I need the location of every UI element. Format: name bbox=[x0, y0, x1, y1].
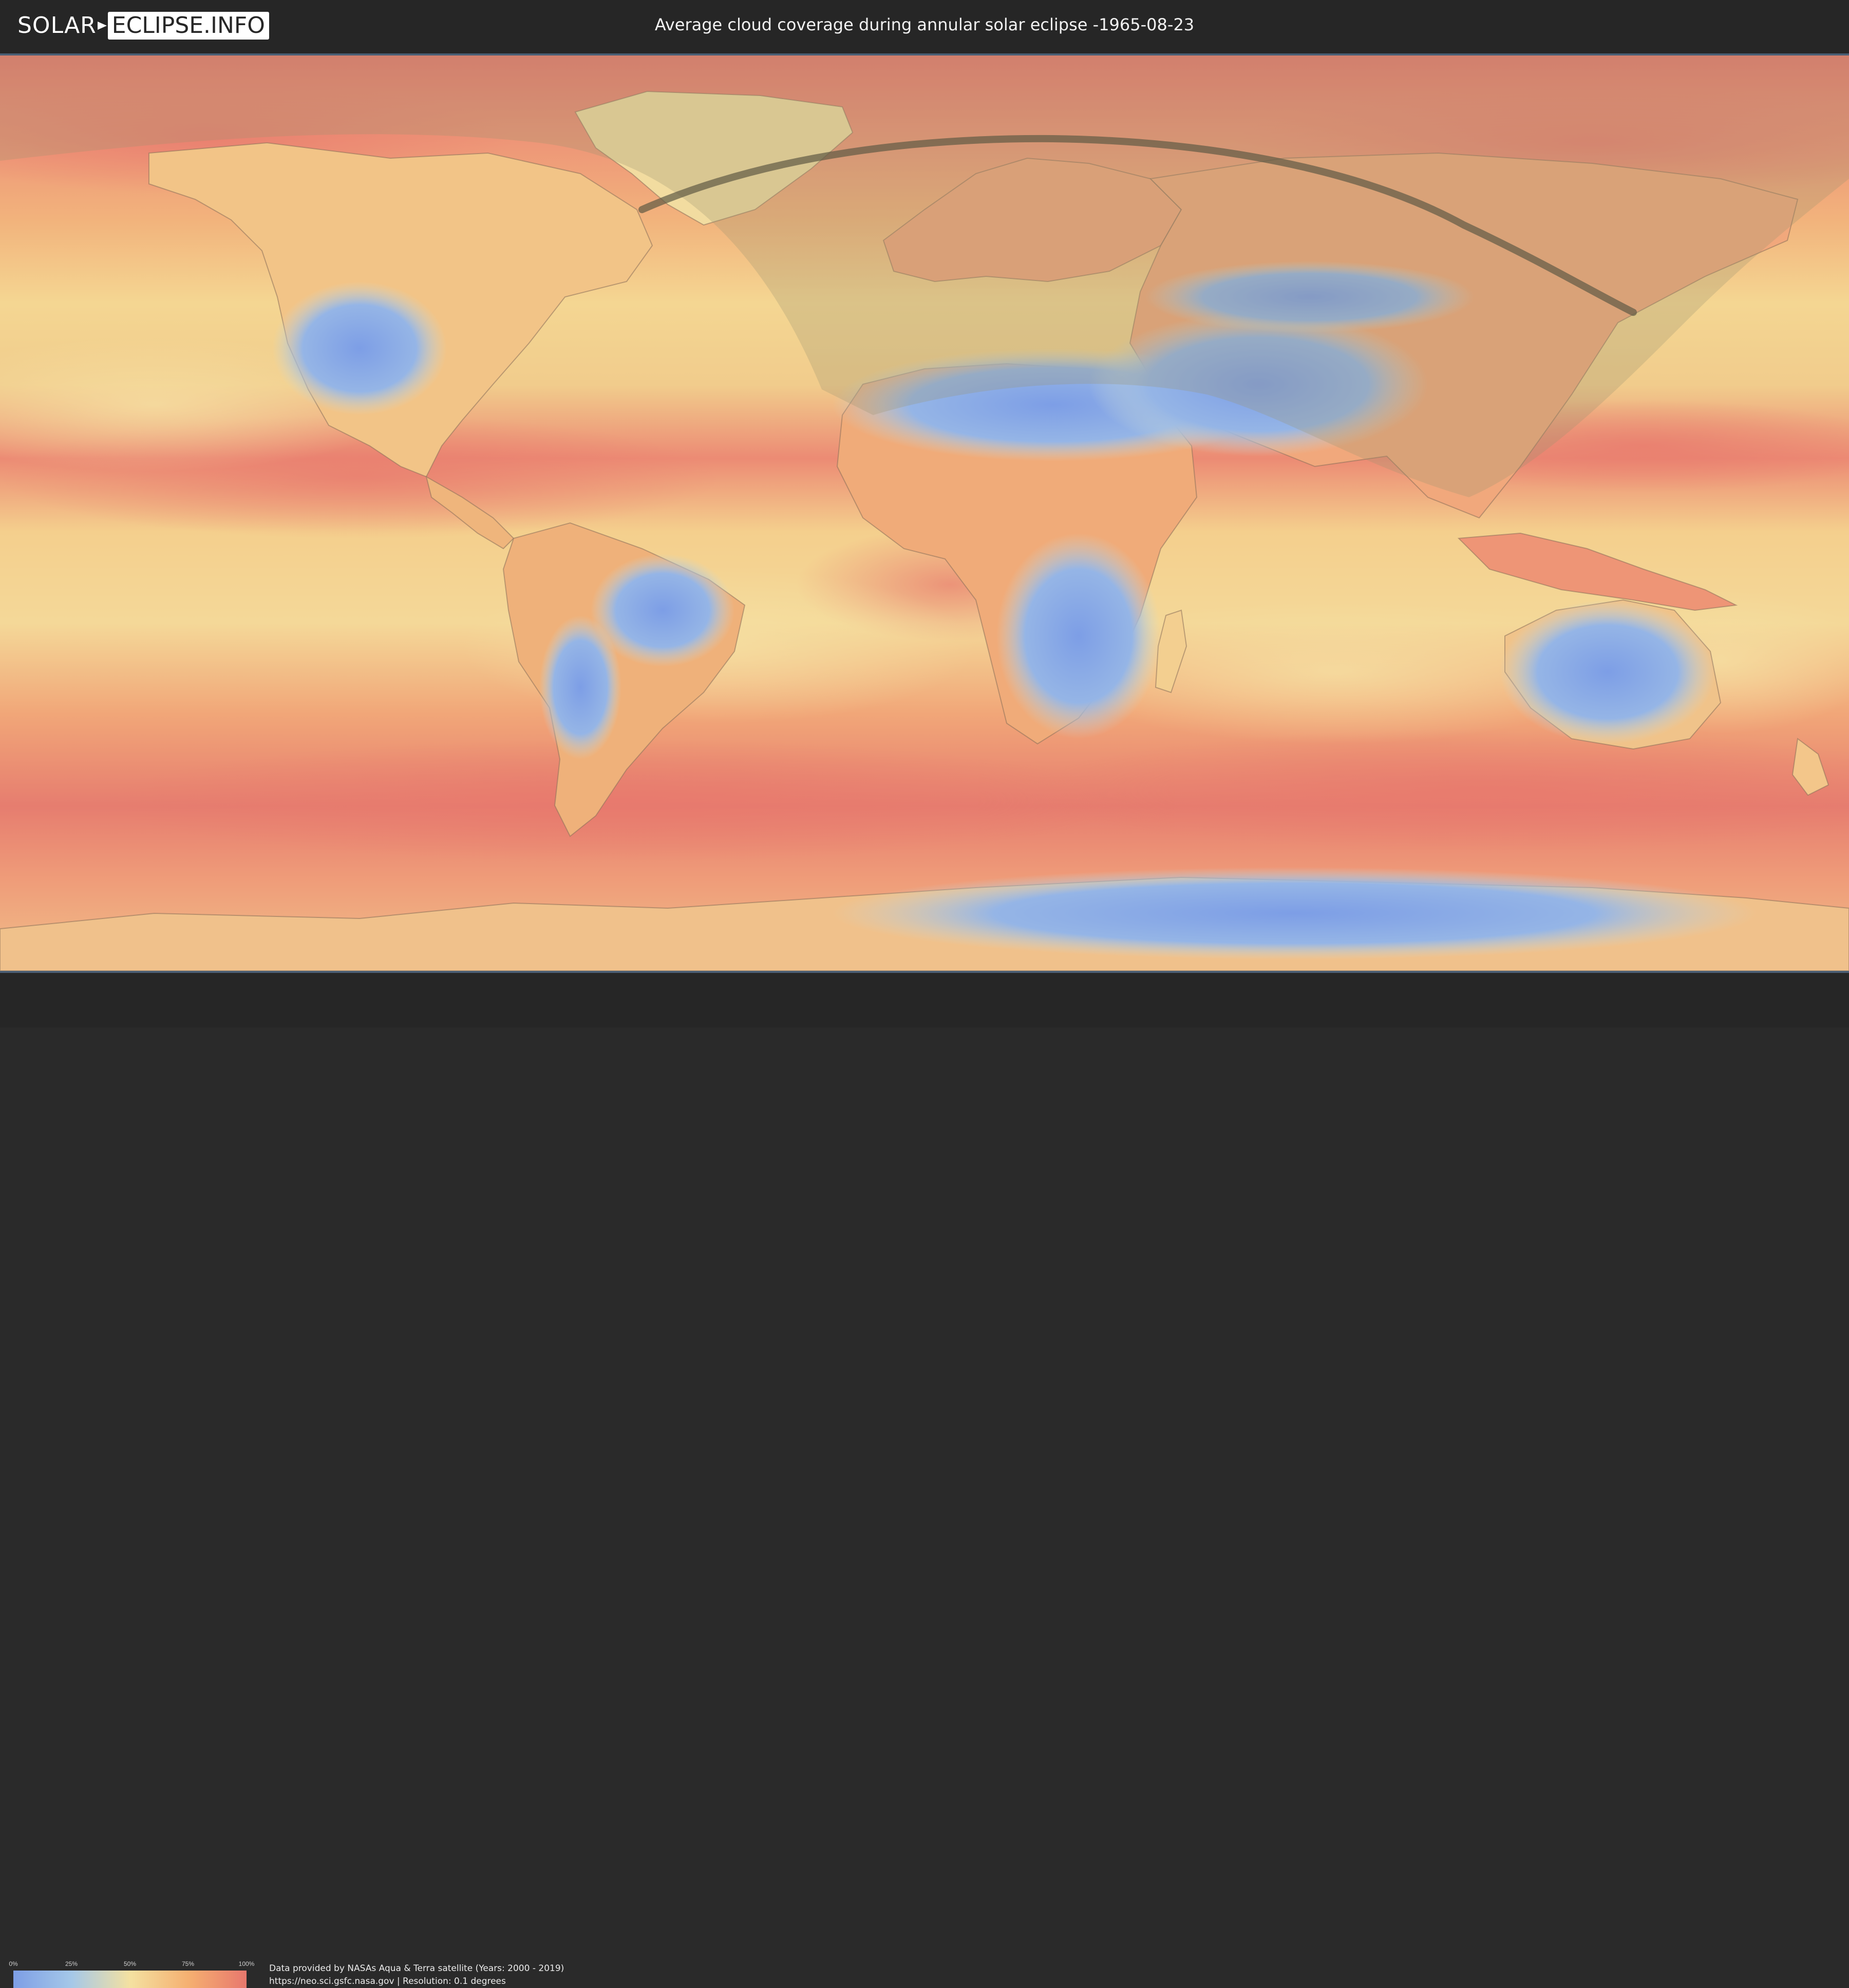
legend-tick-labels: 0% 25% 50% 75% 100% bbox=[9, 1960, 254, 1968]
legend-tick: 50% bbox=[123, 1960, 137, 1967]
legend-tick: 25% bbox=[65, 1960, 78, 1967]
legend-tick: 75% bbox=[181, 1960, 195, 1967]
legend-tick: 0% bbox=[9, 1960, 18, 1967]
cloud-coverage-legend-bar bbox=[13, 1971, 247, 1988]
cloud-coverage-map[interactable] bbox=[0, 53, 1849, 973]
header-bar: SOLAR ECLIPSE.INFO Average cloud coverag… bbox=[0, 0, 1849, 53]
page-title: Average cloud coverage during annular so… bbox=[654, 15, 1195, 34]
data-source-credit: Data provided by NASAs Aqua & Terra sate… bbox=[269, 1963, 564, 1974]
data-source-url-resolution: https://neo.sci.gsfc.nasa.gov | Resoluti… bbox=[269, 1976, 506, 1986]
footer-bar: 0% 25% 50% 75% 100% Data provided by NAS… bbox=[0, 973, 1849, 1988]
legend-tick: 100% bbox=[238, 1960, 255, 1967]
